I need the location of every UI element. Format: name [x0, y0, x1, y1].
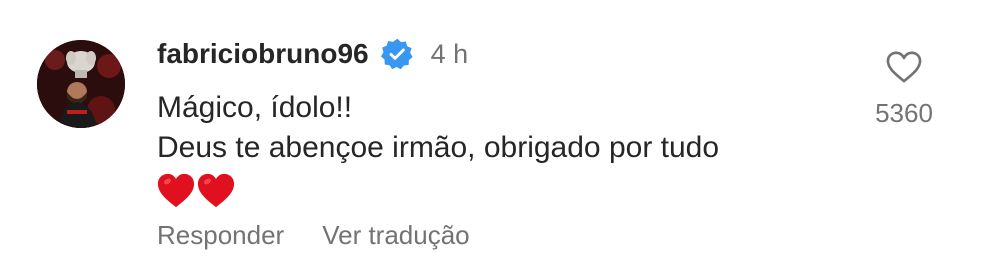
red-heart-emoji-icon — [157, 172, 195, 210]
comment-text: Mágico, ídolo!! Deus te abençoe irmão, o… — [157, 88, 837, 216]
like-count: 5360 — [875, 98, 933, 128]
heart-outline-icon[interactable] — [885, 50, 923, 84]
verified-badge-icon — [380, 38, 413, 70]
comment-actions: Responder Ver tradução — [157, 220, 470, 251]
emoji-row — [157, 172, 837, 216]
comment: fabriciobruno96 4 h Mágico, ídolo!! Deus… — [0, 0, 984, 276]
avatar-photo — [37, 40, 125, 128]
comment-text-line: Mágico, ídolo!! — [157, 91, 353, 124]
comment-header: fabriciobruno96 4 h — [157, 34, 468, 74]
comment-text-line: Deus te abençoe irmão, obrigado por tudo — [157, 131, 720, 164]
reply-button[interactable]: Responder — [157, 220, 284, 251]
avatar[interactable] — [37, 40, 125, 128]
timestamp: 4 h — [430, 38, 469, 69]
username-link[interactable]: fabriciobruno96 — [157, 38, 369, 70]
translate-button[interactable]: Ver tradução — [322, 220, 469, 251]
like-control: 5360 — [866, 50, 942, 129]
red-heart-emoji-icon — [197, 172, 235, 210]
